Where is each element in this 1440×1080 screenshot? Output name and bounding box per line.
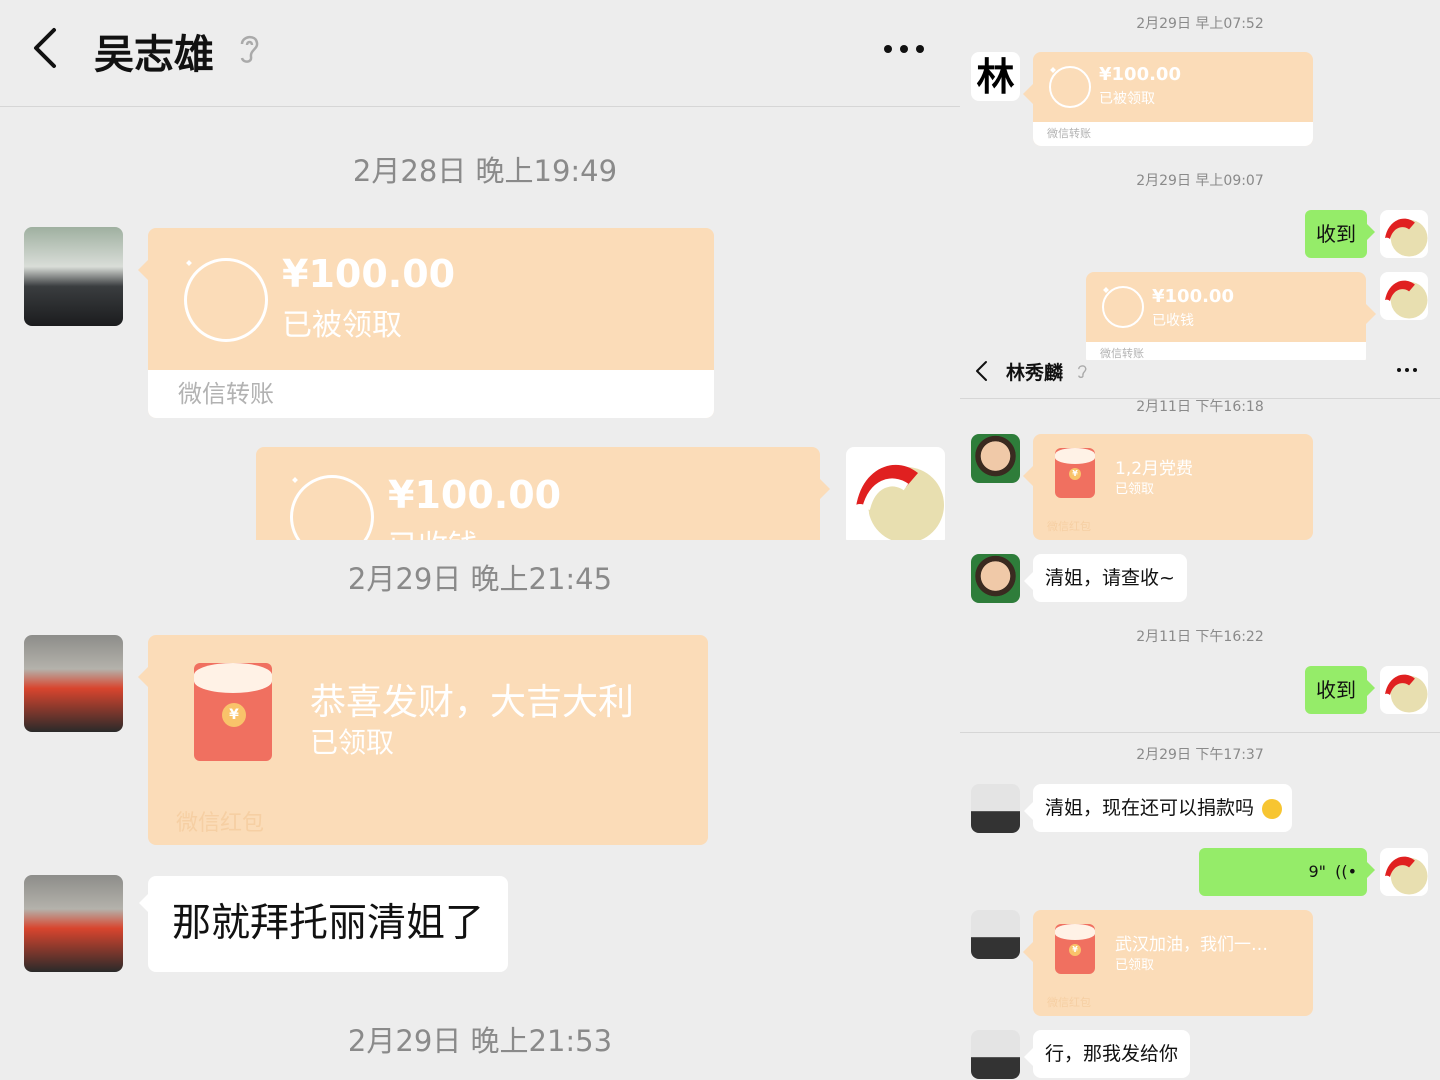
red-envelope-icon: ¥ (1055, 448, 1095, 498)
avatar-character: 林 (976, 54, 1015, 99)
my-avatar[interactable] (1380, 848, 1428, 896)
transfer-status: 已被领取 (282, 308, 402, 343)
timestamp: 2月29日 晚上21:53 (347, 1024, 613, 1058)
red-packet-message: 恭喜发财，大吉大利 (310, 682, 635, 723)
santa-hat-avatar-icon (1382, 674, 1428, 713)
reply-bubble[interactable]: 收到 (1305, 666, 1375, 714)
text-message-bubble[interactable]: 那就拜托丽清姐了 (138, 876, 509, 972)
voice-duration: 9" (1308, 862, 1326, 881)
transfer-status: 已收钱 (388, 521, 478, 540)
message-text: 清姐，现在还可以捐款吗 (1045, 797, 1255, 819)
more-options-icon[interactable] (884, 45, 924, 53)
transfer-footer: 微信转账 (1086, 342, 1366, 360)
red-envelope-icon: ¥ (1055, 924, 1095, 974)
reply-bubble[interactable]: 收到 (1305, 210, 1375, 258)
timestamp: 2月29日 早上09:07 (1136, 173, 1264, 189)
red-packet-status: 已领取 (310, 726, 395, 759)
check-circle-icon (184, 258, 268, 342)
transfer-amount: ¥100.00 (1099, 64, 1181, 85)
contact-avatar[interactable] (24, 227, 123, 326)
santa-hat-avatar-icon (1382, 218, 1428, 257)
chat-header: 吴志雄 (0, 0, 960, 107)
back-arrow-icon[interactable] (30, 26, 60, 70)
text-message-bubble[interactable]: 清姐，现在还可以捐款吗 (1023, 784, 1293, 832)
my-avatar[interactable] (1380, 272, 1428, 320)
santa-hat-avatar-icon (1382, 280, 1428, 319)
transfer-footer: 微信转账 (148, 370, 714, 418)
text-message-bubble[interactable]: 行，那我发给你 (1023, 1030, 1191, 1078)
transfer-amount: ¥100.00 (388, 473, 562, 517)
contact-avatar[interactable] (971, 1030, 1020, 1079)
transfer-card-sent[interactable]: ¥100.00 已收钱 微信转账 (1086, 272, 1376, 360)
santa-hat-avatar-icon (1382, 856, 1428, 895)
smile-emoji-icon (1262, 798, 1283, 819)
red-packet-footer: 微信红包 (1047, 996, 1091, 1009)
contact-avatar[interactable] (971, 434, 1020, 483)
contact-avatar[interactable] (971, 910, 1020, 959)
check-circle-icon (290, 475, 374, 540)
my-avatar[interactable] (1380, 666, 1428, 714)
contact-avatar[interactable] (971, 784, 1020, 833)
timestamp: 2月29日 晚上21:45 (347, 562, 613, 596)
timestamp: 2月11日 下午16:22 (1136, 629, 1264, 645)
contact-avatar[interactable] (24, 635, 123, 732)
check-circle-icon (1049, 66, 1091, 108)
chat-header: 林秀麟 (960, 360, 1440, 399)
left-chat-panel: 吴志雄 2月28日 晚上19:49 ¥100.00 已被领取 微信转账 ¥100… (0, 0, 960, 1080)
red-packet-status: 已领取 (1115, 958, 1155, 973)
chat-title: 吴志雄 (94, 32, 214, 78)
transfer-card-sent[interactable]: ¥100.00 已收钱 (256, 447, 830, 540)
back-arrow-icon[interactable] (974, 360, 990, 382)
santa-hat-avatar-icon (851, 464, 944, 540)
contact-avatar[interactable] (24, 875, 123, 972)
transfer-footer: 微信转账 (1033, 122, 1313, 146)
red-packet-card[interactable]: ¥ 武汉加油，我们一… 已领取 微信红包 (1023, 910, 1313, 1016)
transfer-status: 已被领取 (1099, 91, 1155, 107)
timestamp: 2月11日 下午16:18 (1136, 399, 1264, 415)
transfer-card-received[interactable]: ¥100.00 已被领取 微信转账 (1023, 52, 1313, 146)
red-packet-card[interactable]: ¥ 恭喜发财，大吉大利 已领取 微信红包 (138, 635, 708, 845)
voice-wave-icon: ((• (1335, 862, 1357, 881)
more-options-icon[interactable] (1397, 368, 1417, 372)
chat-title: 林秀麟 (1006, 362, 1064, 384)
right-top-chat-panel: 2月29日 早上07:52 林 ¥100.00 已被领取 微信转账 2月29日 … (960, 0, 1440, 360)
transfer-card-received[interactable]: ¥100.00 已被领取 微信转账 (138, 228, 714, 418)
timestamp: 2月29日 早上07:52 (1136, 16, 1264, 32)
contact-avatar[interactable] (971, 554, 1020, 603)
my-avatar[interactable] (846, 447, 945, 540)
my-avatar[interactable] (1380, 210, 1428, 258)
check-circle-icon (1102, 286, 1144, 328)
text-message-bubble[interactable]: 清姐，请查收~ (1024, 554, 1187, 602)
red-packet-card[interactable]: ¥ 1,2月党费 已领取 微信红包 (1023, 434, 1313, 540)
divider (960, 732, 1440, 733)
ear-icon (240, 35, 259, 63)
cropped-message-region: ¥100.00 已收钱 (0, 445, 960, 540)
right-bottom-chat-panel: 林秀麟 2月11日 下午16:18 ¥ 1,2月党费 已领取 微信红包 清姐，请… (960, 360, 1440, 1080)
red-envelope-icon: ¥ (194, 663, 272, 761)
transfer-status: 已收钱 (1152, 313, 1194, 329)
transfer-amount: ¥100.00 (1152, 286, 1234, 307)
red-packet-status: 已领取 (1115, 482, 1155, 497)
voice-message-bubble[interactable]: 9" ((• (1199, 848, 1375, 896)
transfer-amount: ¥100.00 (282, 252, 456, 296)
red-packet-message: 武汉加油，我们一… (1115, 935, 1268, 955)
red-packet-footer: 微信红包 (176, 811, 265, 836)
red-packet-footer: 微信红包 (1047, 520, 1091, 533)
ear-icon (1078, 365, 1087, 379)
contact-avatar[interactable]: 林 (971, 52, 1020, 101)
red-packet-message: 1,2月党费 (1115, 459, 1194, 479)
timestamp: 2月28日 晚上19:49 (352, 154, 618, 188)
timestamp: 2月29日 下午17:37 (1136, 747, 1264, 763)
